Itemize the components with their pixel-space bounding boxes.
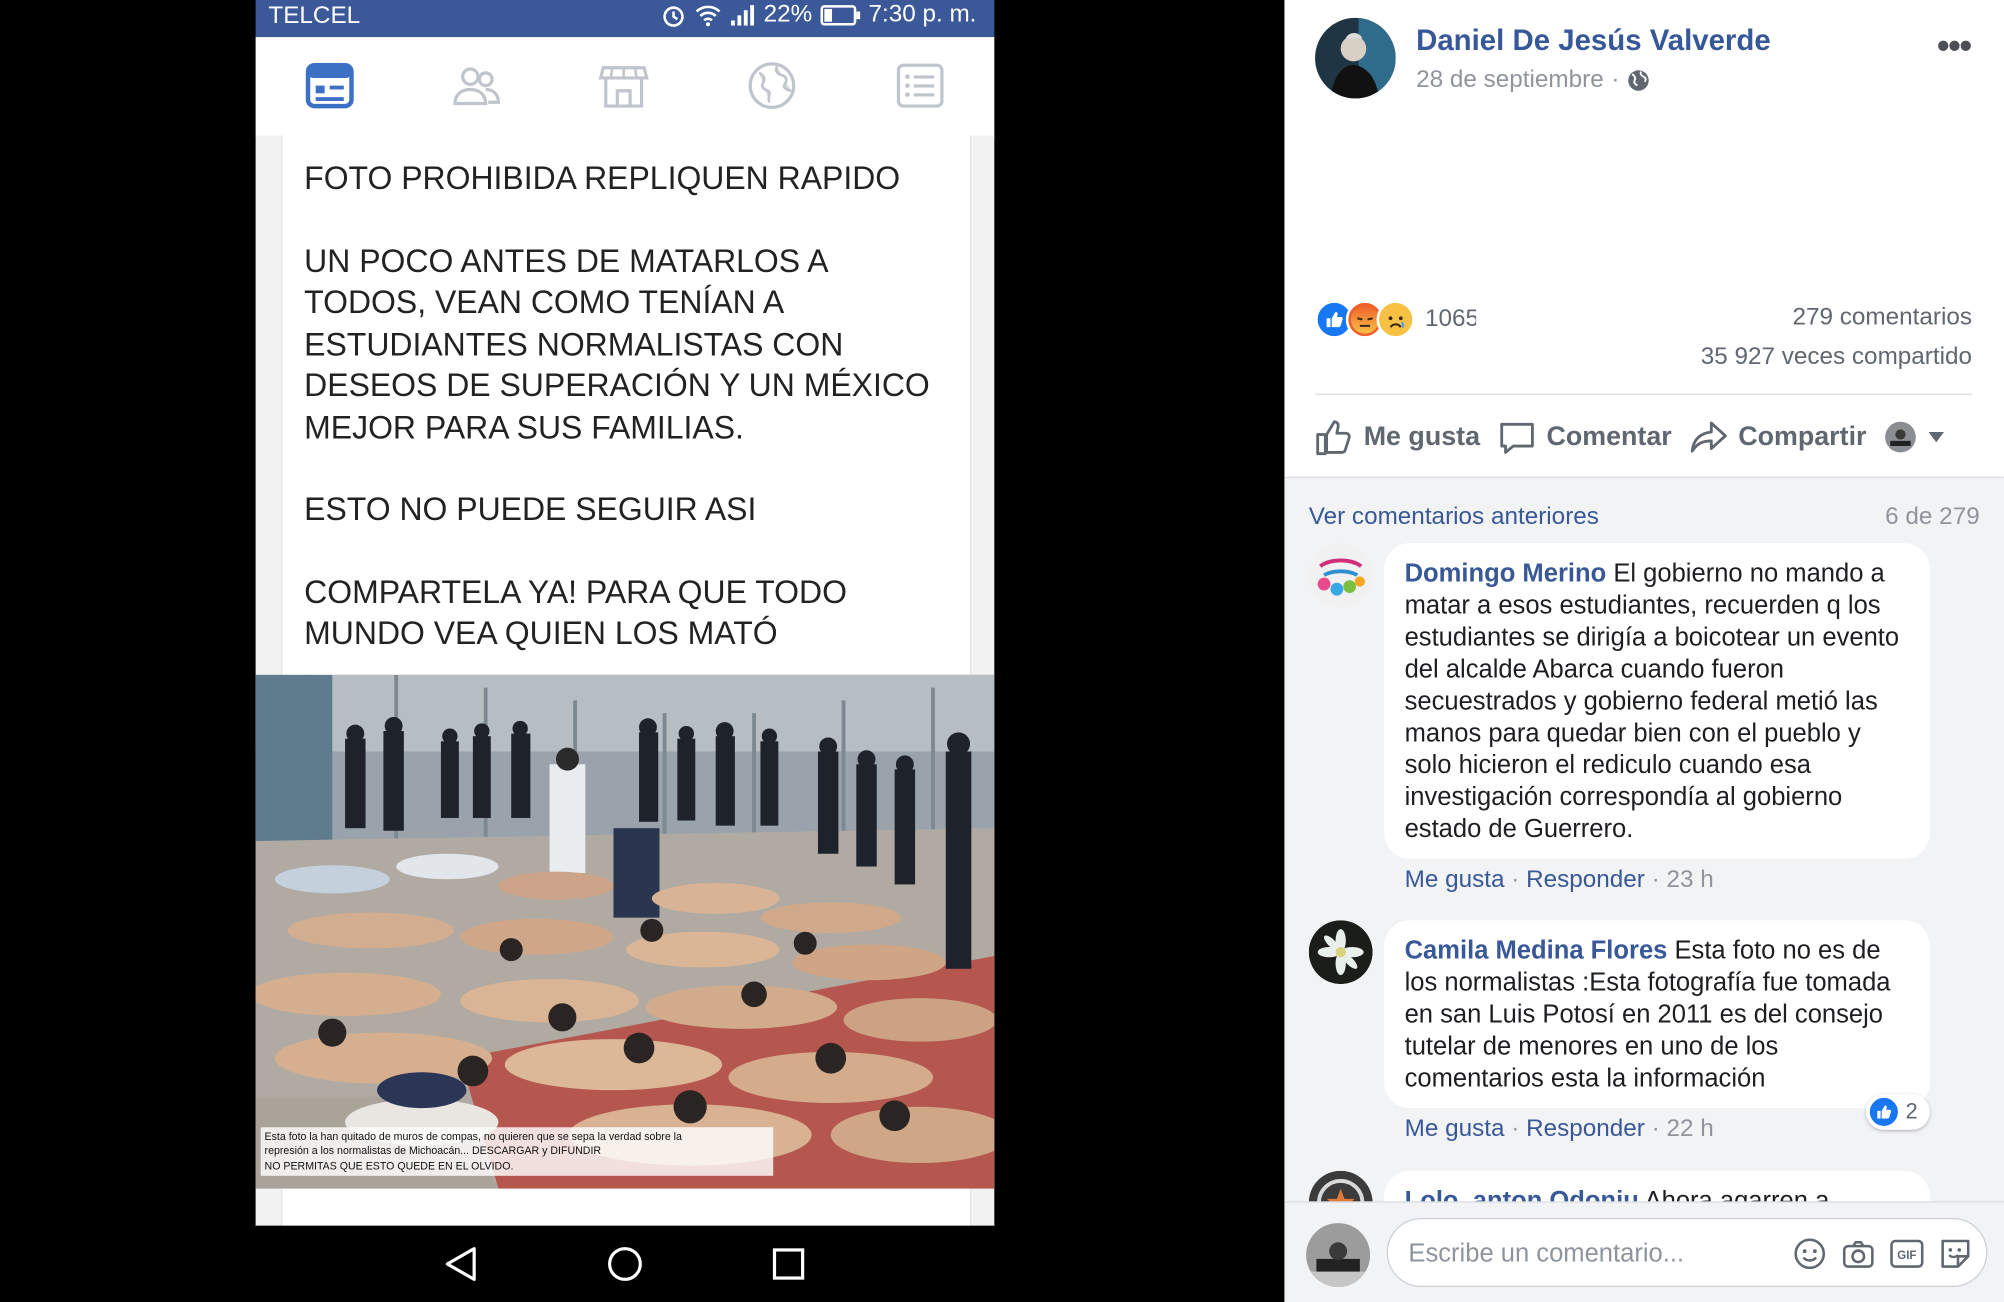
comment-like-badge[interactable]: 2 [1865, 1094, 1930, 1130]
comment-bubble: Domingo Merino El gobierno no mando a ma… [1384, 543, 1930, 859]
globe-icon [1628, 70, 1649, 91]
gif-icon[interactable]: GIF [1889, 1236, 1925, 1272]
actions-separator: · [1511, 866, 1527, 894]
comment-icon [1500, 422, 1534, 454]
battery-icon [819, 5, 860, 26]
comment-input-box[interactable]: GIF [1386, 1217, 1988, 1289]
comment-like-link[interactable]: Me gusta [1405, 1116, 1505, 1143]
post-paragraph: UN POCO ANTES DE MATARLOS A TODOS, VEAN … [304, 243, 930, 446]
more-options-icon[interactable]: ••• [1937, 26, 1972, 67]
profile-avatar-icon [1885, 421, 1917, 453]
comment-button[interactable]: Comentar [1498, 418, 1672, 456]
caption-line: represión a los normalistas de Michoacán… [264, 1143, 602, 1157]
comment-input[interactable] [1405, 1219, 1782, 1289]
commenter-name[interactable]: Camila Medina Flores [1405, 937, 1668, 965]
news-feed-icon[interactable] [304, 60, 355, 111]
author-name[interactable]: Daniel De Jesús Valverde [1416, 23, 1771, 58]
reactions-summary[interactable]: 1065 [1315, 300, 1477, 339]
post-actions: Me gusta Comentar Compartir [1315, 412, 1946, 463]
commenter-name[interactable]: Lolo_anton Odoniu [1405, 1187, 1639, 1202]
comment-reply-link[interactable]: Responder [1526, 867, 1645, 894]
post-paragraph: ESTO NO PUEDE SEGUIR ASI [304, 492, 757, 528]
share-label: Compartir [1738, 421, 1867, 452]
actions-separator: · [1651, 866, 1667, 894]
android-nav-bar [255, 1225, 995, 1302]
home-icon[interactable] [605, 1244, 646, 1285]
commenter-avatar[interactable] [1308, 543, 1373, 608]
phone-screenshot: TELCEL 22% 7:30 p. m. FOTO PROHIBIDA REP… [255, 0, 995, 1302]
actions-separator: · [1651, 1115, 1667, 1143]
comment-bubble: Lolo_anton Odoniu Ahora agarren a [1384, 1170, 1930, 1203]
chevron-down-icon [1929, 431, 1945, 443]
comment-time[interactable]: 23 h [1666, 867, 1713, 894]
sad-reaction-icon [1376, 300, 1415, 339]
caption-line: NO PERMITAS QUE ESTO QUEDE EN EL OLVIDO. [264, 1158, 514, 1172]
post-paragraph: COMPARTELA YA! PARA QUE TODO MUNDO VEA Q… [304, 574, 847, 652]
photo-caption: Esta foto la han quitado de muros de com… [260, 1126, 774, 1176]
status-bar: TELCEL 22% 7:30 p. m. [255, 0, 995, 38]
actions-separator: · [1511, 1115, 1527, 1143]
friends-icon[interactable] [451, 60, 502, 111]
caption-line: Esta foto la han quitado de muros de com… [264, 1129, 682, 1142]
comments-section: Ver comentarios anteriores 6 de 279 Domi… [1284, 476, 2004, 1203]
profile-selector[interactable] [1884, 420, 1945, 453]
comment-label: Comentar [1546, 421, 1672, 452]
battery-percent: 22% [763, 1, 813, 29]
globe-icon[interactable] [746, 60, 797, 111]
facebook-post-panel: Daniel De Jesús Valverde 28 de septiembr… [1284, 0, 2004, 1302]
post-paragraph: FOTO PROHIBIDA REPLIQUEN RAPIDO [304, 161, 901, 197]
status-right: 22% 7:30 p. m. [661, 1, 976, 29]
photo-scene [255, 674, 995, 1189]
marketplace-icon[interactable] [598, 60, 649, 111]
comment-like-link[interactable]: Me gusta [1405, 867, 1505, 894]
post-meta: 28 de septiembre · [1416, 66, 1650, 94]
camera-icon[interactable] [1840, 1236, 1876, 1272]
like-button[interactable]: Me gusta [1315, 418, 1480, 456]
back-icon[interactable] [441, 1244, 482, 1285]
comment-reply-link[interactable]: Responder [1526, 1116, 1645, 1143]
emoji-icon[interactable] [1792, 1236, 1828, 1272]
comment-time[interactable]: 22 h [1666, 1116, 1713, 1143]
sticker-icon[interactable] [1938, 1236, 1974, 1272]
clock: 7:30 p. m. [868, 1, 977, 29]
share-icon [1690, 421, 1727, 453]
svg-text:GIF: GIF [1897, 1250, 1916, 1262]
comment-text: El gobierno no mando a matar a esos estu… [1404, 559, 1900, 844]
post-date[interactable]: 28 de septiembre [1416, 66, 1604, 94]
comment-composer: GIF [1284, 1201, 2004, 1302]
previous-comments-link[interactable]: Ver comentarios anteriores [1309, 504, 1599, 532]
composer-icons: GIF [1792, 1236, 1973, 1272]
comment-like-count: 2 [1905, 1099, 1918, 1124]
reaction-count: 1065 [1425, 305, 1477, 333]
comment-actions: Me gusta · Responder · 23 h [1405, 867, 1714, 895]
commenter-avatar[interactable] [1308, 1170, 1373, 1203]
comment-text: Ahora agarren a [1644, 1187, 1830, 1203]
post-photo[interactable]: Esta foto la han quitado de muros de com… [255, 674, 995, 1189]
like-reaction-icon [1869, 1097, 1898, 1126]
comment-actions: Me gusta · Responder · 22 h [1405, 1116, 1714, 1144]
comment-counter: 6 de 279 [1885, 503, 1980, 531]
divider [1315, 393, 1973, 395]
wifi-icon [696, 5, 722, 27]
menu-icon[interactable] [895, 60, 946, 111]
post-text: FOTO PROHIBIDA REPLIQUEN RAPIDO UN POCO … [304, 158, 956, 695]
commenter-name[interactable]: Domingo Merino [1405, 560, 1607, 588]
author-avatar[interactable] [1315, 17, 1396, 99]
commenter-avatar[interactable] [1308, 920, 1373, 985]
shares-count[interactable]: 35 927 veces compartido [1701, 344, 1972, 372]
screenshot: TELCEL 22% 7:30 p. m. FOTO PROHIBIDA REP… [0, 0, 2004, 1302]
comments-count[interactable]: 279 comentarios [1793, 304, 1973, 332]
signal-icon [731, 5, 755, 26]
alarm-icon [663, 6, 685, 27]
like-label: Me gusta [1363, 421, 1481, 452]
thumbs-up-icon [1316, 420, 1351, 456]
meta-separator: · [1611, 66, 1620, 94]
user-avatar[interactable] [1306, 1223, 1371, 1288]
carrier-label: TELCEL [268, 2, 361, 30]
facebook-mobile-nav [255, 37, 995, 137]
comment-bubble: Camila Medina Flores Esta foto no es de … [1384, 920, 1930, 1109]
recents-icon[interactable] [768, 1244, 809, 1285]
share-button[interactable]: Compartir [1690, 418, 1867, 456]
